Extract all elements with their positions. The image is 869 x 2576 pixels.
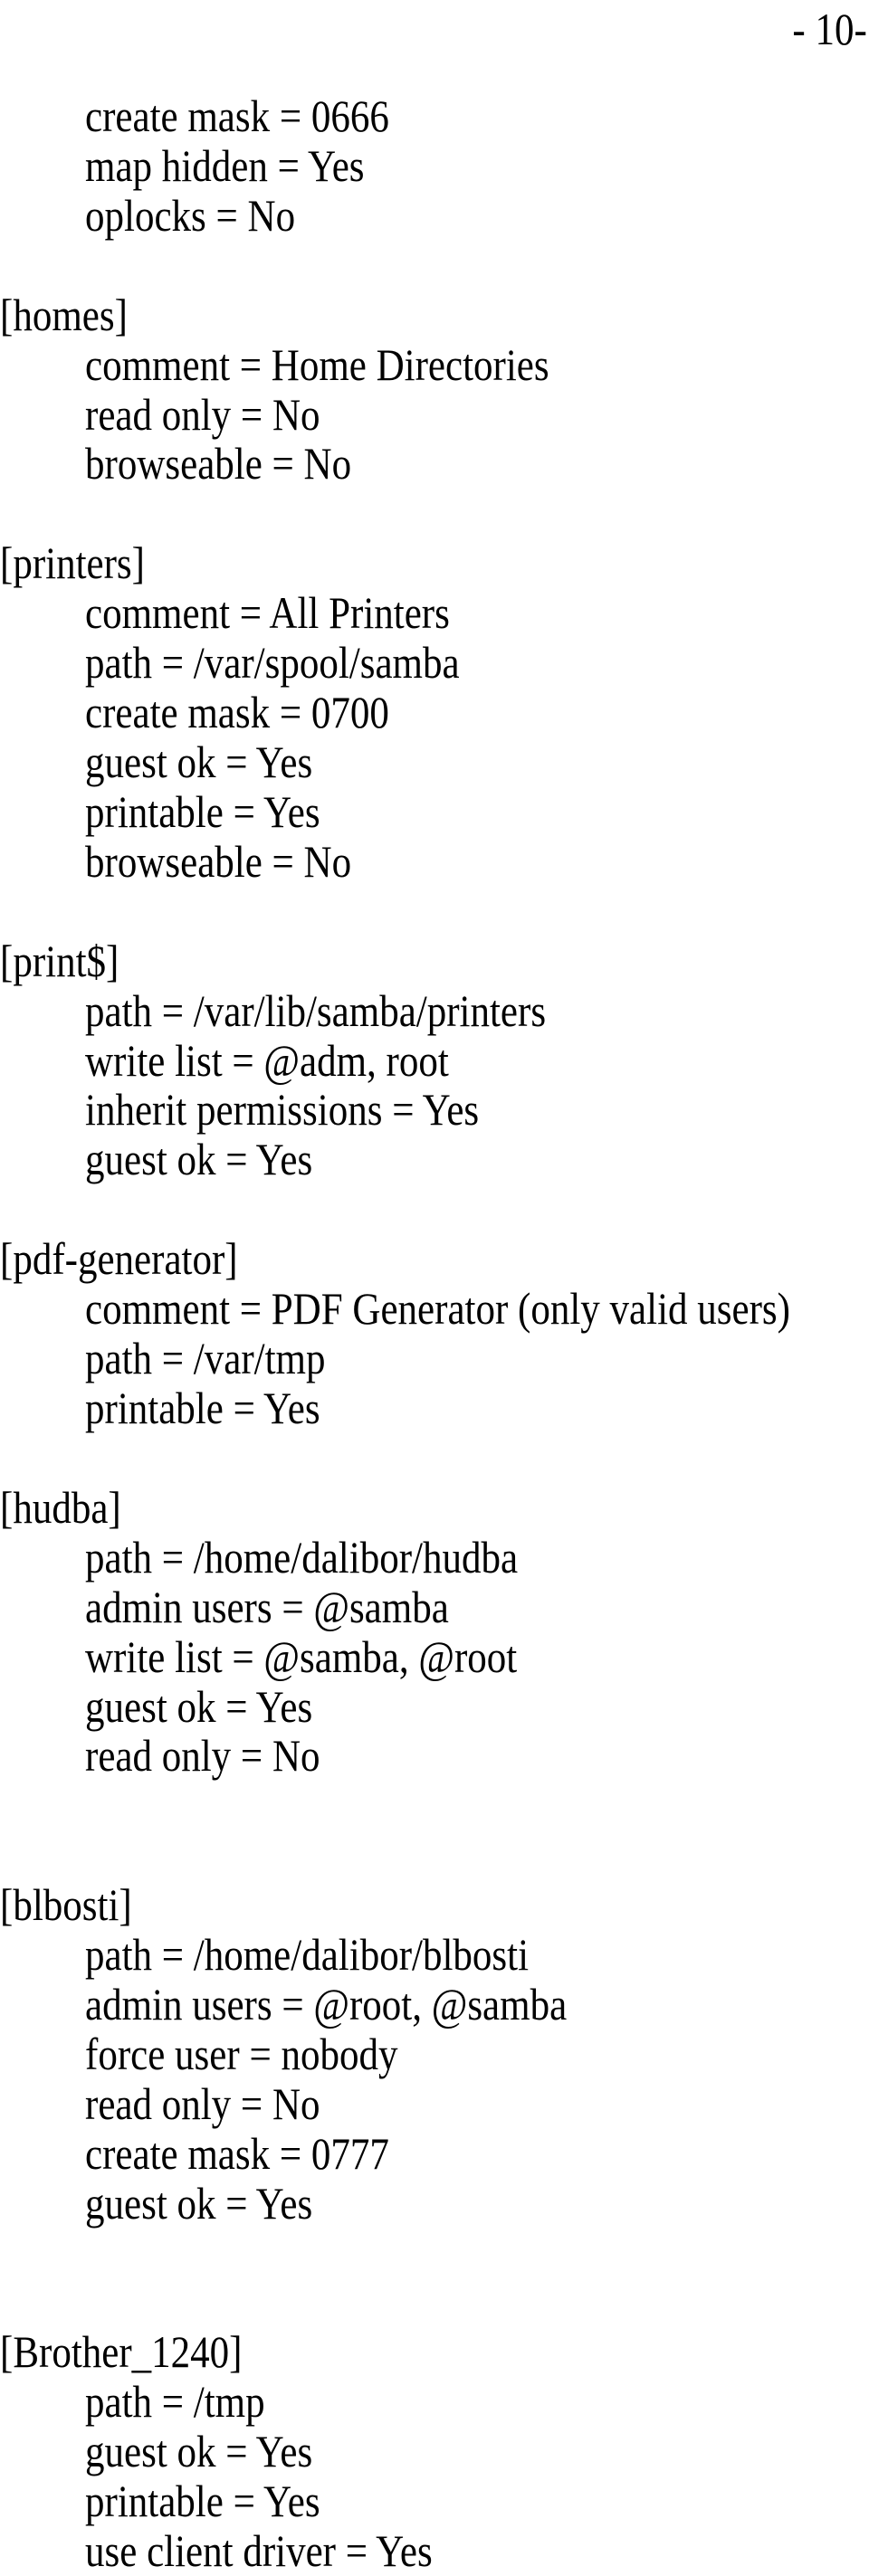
setting-line-row: admin users = @root, @samba: [0, 1980, 869, 2029]
section-header-row: [print$]: [0, 936, 869, 986]
setting-line-row: printable = Yes: [0, 1383, 869, 1433]
setting-line: path = /var/lib/samba/printers: [85, 984, 547, 1036]
setting-line: comment = PDF Generator (only valid user…: [85, 1283, 790, 1335]
setting-line-row: path = /var/spool/samba: [0, 638, 869, 688]
setting-line-row: use client driver = Yes: [0, 2526, 869, 2576]
setting-line-row: guest ok = Yes: [0, 2427, 869, 2476]
section-header-row: [printers]: [0, 538, 869, 588]
setting-line: read only = No: [85, 388, 320, 440]
document-page: - 10- create mask = 0666 map hidden = Yes…: [0, 0, 869, 2576]
setting-line-row: oplocks = No: [0, 189, 869, 241]
setting-line-row: printable = Yes: [0, 2476, 869, 2526]
setting-line: create mask = 0777: [85, 2127, 389, 2179]
setting-line: printable = Yes: [85, 785, 320, 837]
setting-line-row: browseable = No: [0, 835, 869, 887]
setting-line-row: comment = All Printers: [0, 588, 869, 638]
section-header: [blbosti]: [0, 1879, 132, 1931]
setting-line: printable = Yes: [85, 1382, 320, 1433]
setting-line-row: guest ok = Yes: [0, 1680, 869, 1732]
setting-line: printable = Yes: [85, 2476, 320, 2527]
setting-line: map hidden = Yes: [85, 139, 365, 191]
setting-line-row: browseable = No: [0, 439, 869, 489]
setting-line: path = /var/tmp: [85, 1333, 326, 1384]
setting-line-row: comment = PDF Generator (only valid user…: [0, 1284, 869, 1334]
setting-line: browseable = No: [85, 835, 352, 887]
section-header: [printers]: [0, 537, 146, 589]
setting-line-row: map hidden = Yes: [0, 139, 869, 191]
setting-line: path = /home/dalibor/hudba: [85, 1531, 519, 1583]
setting-line-row: printable = Yes: [0, 785, 869, 837]
setting-line-row: inherit permissions = Yes: [0, 1085, 869, 1135]
setting-line: comment = Home Directories: [85, 338, 549, 390]
setting-line: guest ok = Yes: [85, 2177, 313, 2229]
setting-line: browseable = No: [85, 438, 352, 490]
setting-line: path = /var/spool/samba: [85, 637, 460, 689]
setting-line: create mask = 0666: [85, 90, 389, 141]
setting-line: guest ok = Yes: [85, 736, 313, 787]
section-header: [hudba]: [0, 1481, 121, 1533]
setting-line-row: create mask = 0666: [0, 91, 869, 141]
setting-line: guest ok = Yes: [85, 2426, 313, 2477]
section-header-row: [Brother_1240]: [0, 2327, 869, 2377]
setting-line: path = /tmp: [85, 2376, 265, 2428]
section-header: [homes]: [0, 289, 128, 340]
setting-line: admin users = @samba: [85, 1581, 449, 1632]
setting-line-row: path = /tmp: [0, 2377, 869, 2427]
section-header: [pdf-generator]: [0, 1233, 238, 1285]
setting-line: read only = No: [85, 2077, 320, 2129]
setting-line: guest ok = Yes: [85, 1134, 313, 1185]
setting-line: write list = @adm, root: [85, 1034, 449, 1086]
setting-line-row: write list = @adm, root: [0, 1034, 869, 1086]
page-number: - 10-: [792, 4, 867, 54]
setting-line-row: path = /var/tmp: [0, 1334, 869, 1383]
setting-line-row: guest ok = Yes: [0, 737, 869, 787]
setting-line-row: read only = No: [0, 1731, 869, 1781]
setting-line: oplocks = No: [85, 189, 296, 241]
setting-line-row: read only = No: [0, 2077, 869, 2129]
setting-line: path = /home/dalibor/blbosti: [85, 1929, 530, 1981]
setting-line: create mask = 0700: [85, 687, 389, 738]
section-header-row: [pdf-generator]: [0, 1234, 869, 1284]
setting-line-row: comment = Home Directories: [0, 338, 869, 390]
setting-line-row: path = /home/dalibor/hudba: [0, 1531, 869, 1583]
setting-line-row: read only = No: [0, 388, 869, 440]
config-listing: create mask = 0666 map hidden = Yes oplock…: [0, 91, 869, 2576]
setting-line: comment = All Printers: [85, 587, 450, 639]
setting-line-row: path = /home/dalibor/blbosti: [0, 1930, 869, 1980]
setting-line-row: guest ok = Yes: [0, 2177, 869, 2229]
section-header-row: [blbosti]: [0, 1880, 869, 1930]
setting-line: guest ok = Yes: [85, 1680, 313, 1732]
section-header: [print$]: [0, 935, 119, 986]
setting-line-row: write list = @samba, @root: [0, 1630, 869, 1682]
section-header-row: [hudba]: [0, 1481, 869, 1533]
setting-line: write list = @samba, @root: [85, 1630, 518, 1682]
setting-line-row: force user = nobody: [0, 2029, 869, 2079]
setting-line: read only = No: [85, 1730, 320, 1782]
section-header-row: [homes]: [0, 290, 869, 340]
setting-line-row: create mask = 0700: [0, 688, 869, 737]
setting-line-row: admin users = @samba: [0, 1581, 869, 1632]
setting-line: inherit permissions = Yes: [85, 1084, 480, 1136]
setting-line-row: path = /var/lib/samba/printers: [0, 984, 869, 1036]
setting-line: force user = nobody: [85, 2028, 398, 2079]
setting-line-row: create mask = 0777: [0, 2127, 869, 2179]
setting-line-row: guest ok = Yes: [0, 1135, 869, 1184]
setting-line: use client driver = Yes: [85, 2525, 433, 2576]
setting-line: admin users = @root, @samba: [85, 1979, 568, 2030]
section-header: [Brother_1240]: [0, 2326, 243, 2378]
